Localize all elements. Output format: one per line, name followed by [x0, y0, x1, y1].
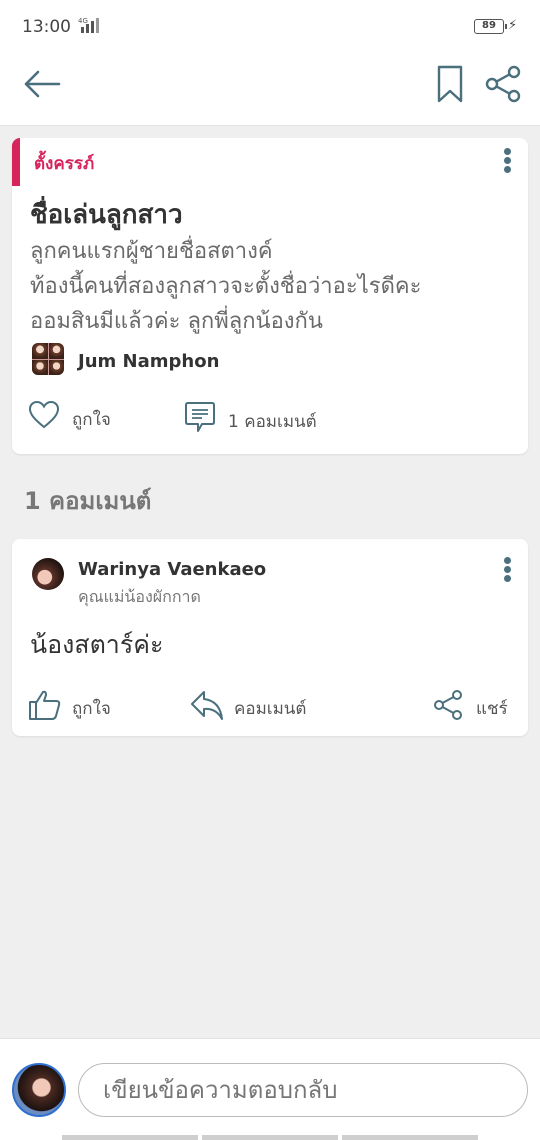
reply-input[interactable] — [78, 1063, 528, 1117]
commenter-name[interactable]: Warinya Vaenkaeo — [78, 559, 266, 580]
comment-more-icon[interactable] — [501, 557, 513, 585]
reply-composer — [0, 1038, 540, 1140]
signal-icon: 4G — [78, 17, 99, 33]
post-like-label[interactable]: ถูกใจ — [72, 406, 111, 433]
heart-icon[interactable] — [28, 400, 60, 430]
post-body-line: ออมสินมีแล้วค่ะ ลูกพี่ลูกน้องกัน — [30, 309, 323, 334]
author-name[interactable]: Jum Namphon — [78, 351, 219, 372]
tag-accent-bar — [12, 138, 20, 186]
arrow-left-icon[interactable] — [22, 66, 62, 102]
post-body-line: ท้องนี้คนที่สองลูกสาวจะตั้งชื่อว่าอะไรดี… — [30, 274, 422, 299]
bookmark-icon[interactable] — [436, 64, 464, 104]
status-bar: 13:00 4G 89 ⚡ — [0, 0, 540, 52]
system-nav-bar — [62, 1135, 478, 1140]
thumbs-up-icon — [29, 690, 61, 720]
post-body: ลูกคนแรกผู้ชายชื่อสตางค์ ท้องนี้คนที่สอง… — [30, 234, 520, 339]
share-icon — [434, 690, 462, 720]
comment-like-label: ถูกใจ — [72, 699, 111, 719]
comment-text: น้องสตาร์ค่ะ — [30, 630, 164, 659]
post-title: ชื่อเล่นลูกสาว — [30, 200, 183, 230]
battery-indicator: 89 — [474, 19, 507, 34]
post-comment-count[interactable]: 1 คอมเมนต์ — [228, 408, 317, 435]
network-type: 4G — [78, 17, 88, 25]
comment-card: Warinya Vaenkaeo คุณแม่น้องผักกาด น้องสต… — [12, 539, 528, 736]
post-more-icon[interactable] — [501, 148, 513, 176]
comments-heading: 1 คอมเมนต์ — [24, 487, 152, 515]
comment-reply-label: คอมเมนต์ — [234, 699, 307, 719]
current-user-avatar — [12, 1063, 66, 1117]
reply-icon — [191, 691, 223, 720]
author-avatar[interactable] — [32, 343, 64, 375]
share-icon[interactable] — [484, 64, 524, 104]
charging-icon: ⚡ — [508, 18, 518, 33]
post-card: ตั้งครรภ์ ชื่อเล่นลูกสาว ลูกคนแรกผู้ชายช… — [12, 138, 528, 454]
commenter-avatar[interactable] — [32, 558, 64, 590]
app-bar — [0, 52, 540, 126]
comment-share-label: แชร์ — [476, 699, 508, 719]
post-body-line: ลูกคนแรกผู้ชายชื่อสตางค์ — [30, 239, 273, 264]
comment-icon[interactable] — [184, 400, 216, 434]
status-time: 13:00 — [22, 17, 71, 37]
commenter-subtitle: คุณแม่น้องผักกาด — [78, 587, 201, 606]
post-category-tag[interactable]: ตั้งครรภ์ — [34, 150, 94, 177]
